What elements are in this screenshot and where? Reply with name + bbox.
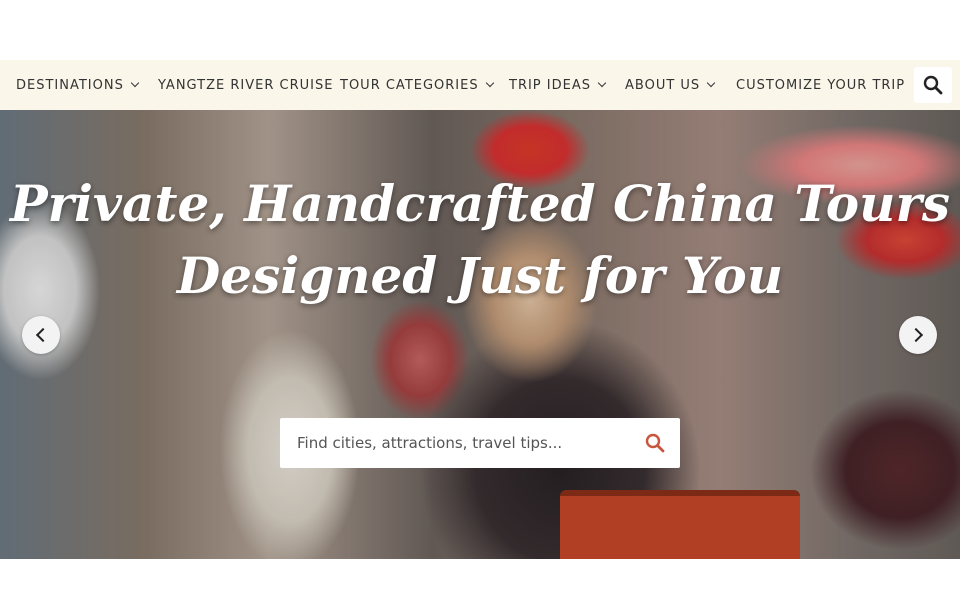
nav-item-destinations[interactable]: DESTINATIONS bbox=[16, 60, 140, 110]
hero-headline-line2: Designed Just for You bbox=[176, 246, 784, 305]
search-icon bbox=[923, 75, 943, 95]
chevron-down-icon bbox=[706, 78, 716, 88]
below-fold-area bbox=[0, 559, 960, 600]
search-icon[interactable] bbox=[645, 433, 665, 453]
nav-item-trip-ideas[interactable]: TRIP IDEAS bbox=[509, 60, 607, 110]
hero-headline-line1: Private, Handcrafted China Tours bbox=[10, 174, 950, 233]
hero-search-bar bbox=[280, 418, 680, 468]
carousel-next-button[interactable] bbox=[899, 316, 937, 354]
carousel-prev-button[interactable] bbox=[22, 316, 60, 354]
hero-headline: Private, Handcrafted China Tours Designe… bbox=[0, 168, 960, 312]
nav-item-label: TRIP IDEAS bbox=[509, 77, 591, 93]
header-spacer bbox=[0, 0, 960, 60]
nav-item-about-us[interactable]: ABOUT US bbox=[625, 60, 716, 110]
nav-item-tour-categories[interactable]: TOUR CATEGORIES bbox=[340, 60, 494, 110]
nav-item-label: CUSTOMIZE YOUR TRIP bbox=[736, 77, 906, 93]
main-navigation: DESTINATIONS YANGTZE RIVER CRUISE TOUR C… bbox=[0, 60, 960, 110]
chevron-down-icon bbox=[130, 78, 140, 88]
nav-search-button[interactable] bbox=[914, 67, 952, 103]
nav-item-label: TOUR CATEGORIES bbox=[340, 77, 479, 93]
nav-item-yangtze-river-cruise[interactable]: YANGTZE RIVER CRUISE bbox=[158, 60, 333, 110]
hero-search-input[interactable] bbox=[295, 433, 629, 453]
chevron-right-icon bbox=[908, 327, 924, 343]
nav-item-customize-your-trip[interactable]: CUSTOMIZE YOUR TRIP bbox=[736, 60, 905, 110]
nav-item-label: ABOUT US bbox=[625, 77, 701, 93]
chevron-left-icon bbox=[35, 327, 51, 343]
chevron-down-icon bbox=[485, 78, 494, 88]
nav-item-label: DESTINATIONS bbox=[16, 77, 124, 93]
nav-item-label: YANGTZE RIVER CRUISE bbox=[158, 77, 334, 93]
chevron-down-icon bbox=[597, 78, 607, 88]
